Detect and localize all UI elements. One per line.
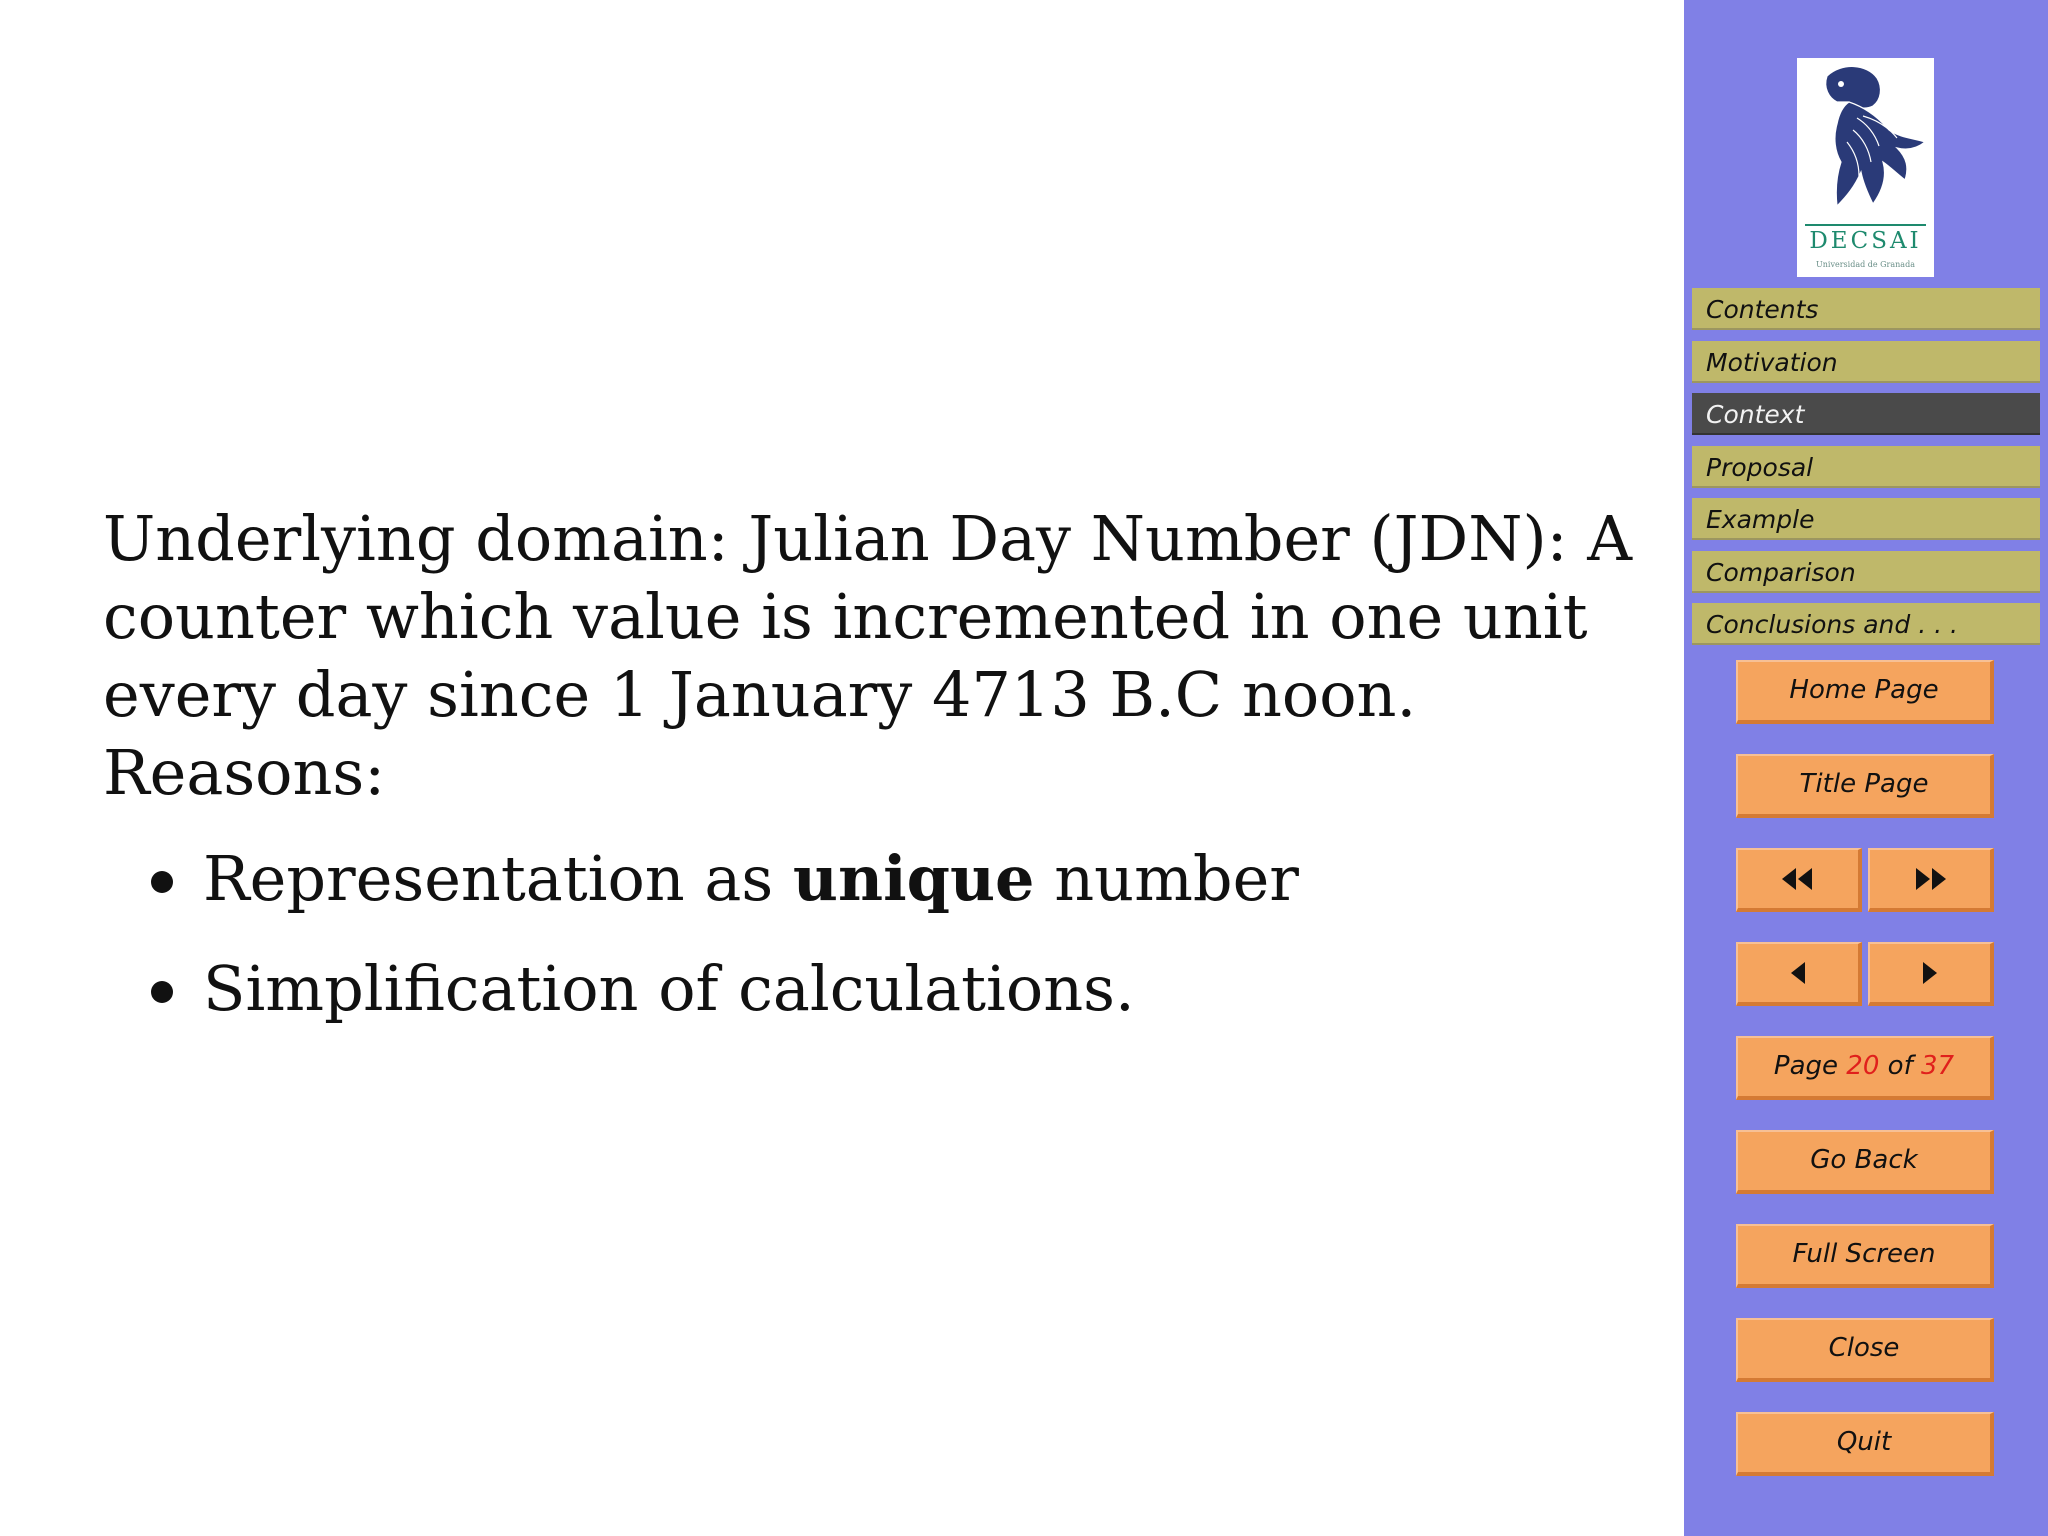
list-item: Simplification of calculations. bbox=[103, 950, 1663, 1028]
bullet-icon bbox=[151, 981, 173, 1003]
nav-item-proposal[interactable]: Proposal bbox=[1692, 445, 2040, 488]
logo-subtitle: Universidad de Granada bbox=[1816, 260, 1915, 269]
total-pages-number: 37 bbox=[1920, 1051, 1955, 1081]
close-button[interactable]: Close bbox=[1736, 1318, 1994, 1382]
page-label: Page bbox=[1773, 1051, 1839, 1081]
first-page-button[interactable] bbox=[1736, 848, 1862, 912]
current-page-number: 20 bbox=[1846, 1051, 1880, 1081]
reasons-label: Reasons: bbox=[103, 736, 386, 809]
bullet-icon bbox=[151, 871, 173, 893]
double-right-arrow-icon bbox=[1916, 868, 1946, 890]
previous-page-button[interactable] bbox=[1736, 942, 1862, 1006]
of-label: of bbox=[1887, 1051, 1913, 1081]
last-page-button[interactable] bbox=[1868, 848, 1994, 912]
right-arrow-icon bbox=[1923, 962, 1937, 984]
page-indicator: Page 20 of 37 bbox=[1736, 1036, 1994, 1100]
title-page-button[interactable]: Title Page bbox=[1736, 754, 1994, 818]
definition-paragraph: Underlying domain: Julian Day Number (JD… bbox=[103, 502, 1633, 731]
double-left-arrow-icon bbox=[1782, 868, 1812, 890]
bullet-emphasis: unique bbox=[792, 842, 1035, 915]
go-back-button[interactable]: Go Back bbox=[1736, 1130, 1994, 1194]
logo-rule bbox=[1805, 224, 1926, 226]
nav-item-example[interactable]: Example bbox=[1692, 498, 2040, 540]
list-item: Representation as unique number bbox=[103, 840, 1663, 918]
bullet-text: Representation as bbox=[203, 842, 793, 915]
bullet-text-tail: number bbox=[1034, 842, 1299, 915]
section-nav: Contents Motivation Context Proposal Exa… bbox=[1692, 288, 2040, 656]
left-arrow-icon bbox=[1791, 962, 1805, 984]
nav-item-contents[interactable]: Contents bbox=[1692, 288, 2040, 330]
navigation-sidebar: DECSAI Universidad de Granada Contents M… bbox=[1684, 0, 2048, 1536]
eagle-logo-icon bbox=[1825, 65, 1927, 208]
nav-item-context[interactable]: Context bbox=[1692, 393, 2040, 435]
decsai-logo: DECSAI Universidad de Granada bbox=[1797, 58, 1934, 277]
nav-item-motivation[interactable]: Motivation bbox=[1692, 340, 2040, 383]
reasons-list: Representation as unique number Simplifi… bbox=[103, 840, 1663, 1028]
slide-content: Underlying domain: Julian Day Number (JD… bbox=[0, 0, 1684, 1536]
full-screen-button[interactable]: Full Screen bbox=[1736, 1224, 1994, 1288]
home-page-button[interactable]: Home Page bbox=[1736, 660, 1994, 724]
next-page-button[interactable] bbox=[1868, 942, 1994, 1006]
nav-item-conclusions[interactable]: Conclusions and . . . bbox=[1692, 603, 2040, 645]
bullet-text: Simplification of calculations. bbox=[203, 952, 1135, 1025]
quit-button[interactable]: Quit bbox=[1736, 1412, 1994, 1476]
nav-item-comparison[interactable]: Comparison bbox=[1692, 550, 2040, 593]
slide-body: Underlying domain: Julian Day Number (JD… bbox=[103, 500, 1663, 1060]
logo-text: DECSAI bbox=[1809, 228, 1922, 254]
